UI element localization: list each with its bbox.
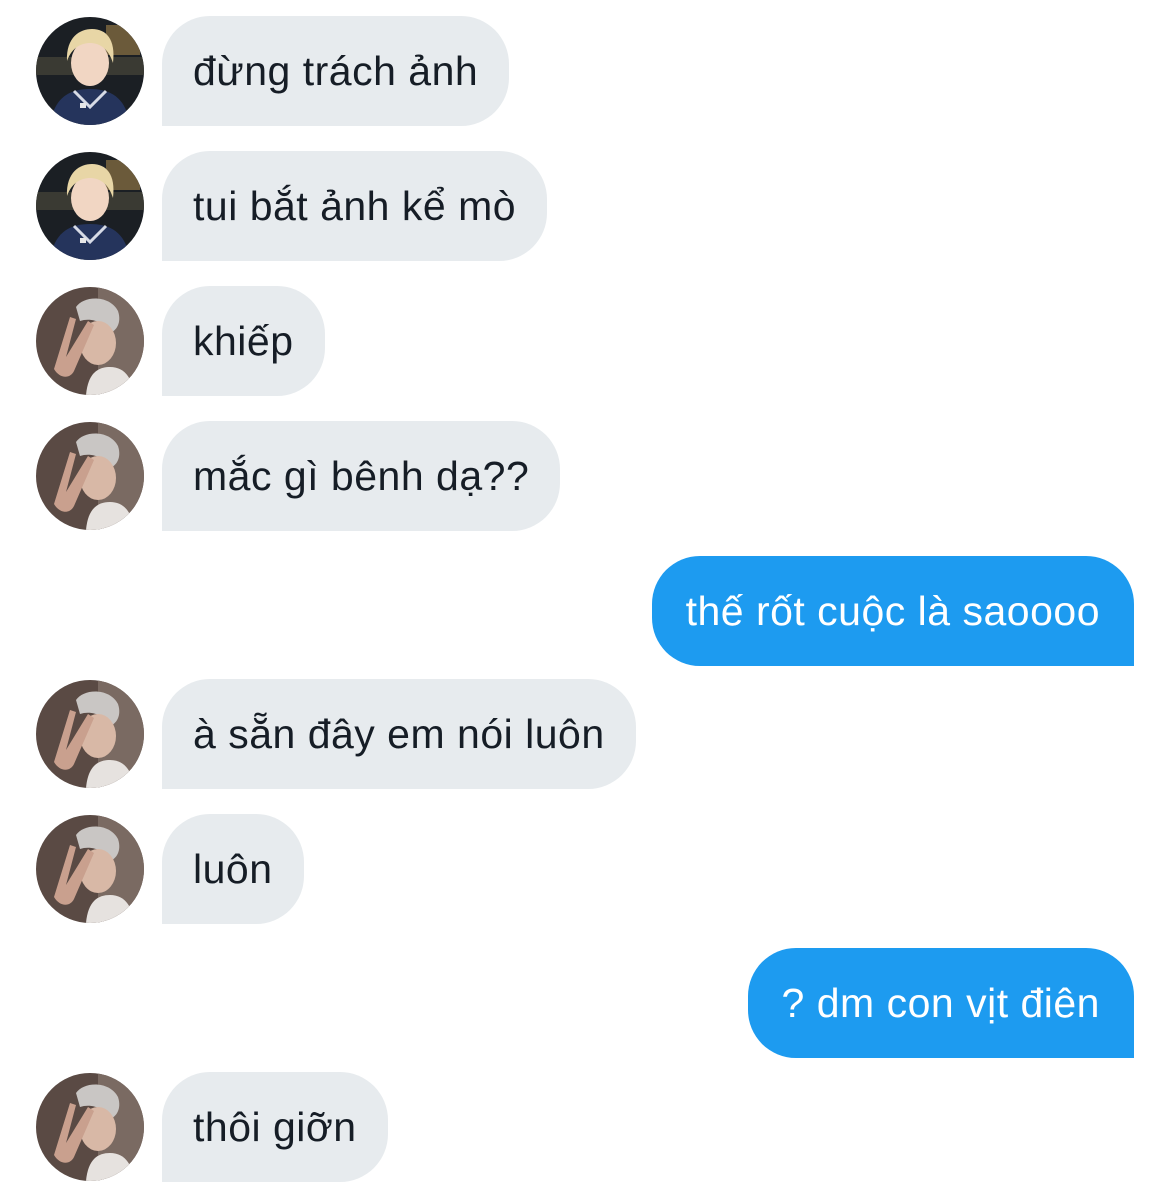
blonde-user-avatar-icon <box>36 152 144 260</box>
message-row-outgoing: ? dm con vịt điên <box>0 948 1170 1058</box>
grey-hair-user-avatar-icon <box>36 422 144 530</box>
message-row-incoming: đừng trách ảnh <box>0 16 1170 126</box>
grey-hair-user-avatar-icon <box>36 1073 144 1181</box>
grey-hair-user-avatar-icon <box>36 815 144 923</box>
message-bubble-incoming[interactable]: đừng trách ảnh <box>162 16 510 126</box>
message-bubble-incoming[interactable]: thôi giỡn <box>162 1072 388 1182</box>
message-bubble-incoming[interactable]: khiếp <box>162 286 325 396</box>
message-bubble-incoming[interactable]: luôn <box>162 814 304 924</box>
message-bubble-incoming[interactable]: tui bắt ảnh kể mò <box>162 151 548 261</box>
message-row-incoming: thôi giỡn <box>0 1072 1170 1182</box>
message-row-incoming: mắc gì bênh dạ?? <box>0 421 1170 531</box>
avatar[interactable] <box>36 1073 144 1181</box>
avatar[interactable] <box>36 152 144 260</box>
message-bubble-incoming[interactable]: mắc gì bênh dạ?? <box>162 421 561 531</box>
grey-hair-user-avatar-icon <box>36 287 144 395</box>
avatar[interactable] <box>36 17 144 125</box>
dm-conversation: { "messages": [ {"sender": "other", "ava… <box>0 0 1170 1198</box>
message-bubble-outgoing[interactable]: ? dm con vịt điên <box>747 948 1134 1058</box>
message-row-incoming: à sẵn đây em nói luôn <box>0 679 1170 789</box>
avatar[interactable] <box>36 680 144 788</box>
message-row-incoming: khiếp <box>0 286 1170 396</box>
grey-hair-user-avatar-icon <box>36 680 144 788</box>
message-bubble-incoming[interactable]: à sẵn đây em nói luôn <box>162 679 636 789</box>
message-row-incoming: tui bắt ảnh kể mò <box>0 151 1170 261</box>
message-bubble-outgoing[interactable]: thế rốt cuộc là saoooo <box>651 556 1134 666</box>
message-row-outgoing: thế rốt cuộc là saoooo <box>0 556 1170 666</box>
blonde-user-avatar-icon <box>36 17 144 125</box>
avatar[interactable] <box>36 287 144 395</box>
message-row-incoming: luôn <box>0 814 1170 924</box>
avatar[interactable] <box>36 815 144 923</box>
avatar[interactable] <box>36 422 144 530</box>
